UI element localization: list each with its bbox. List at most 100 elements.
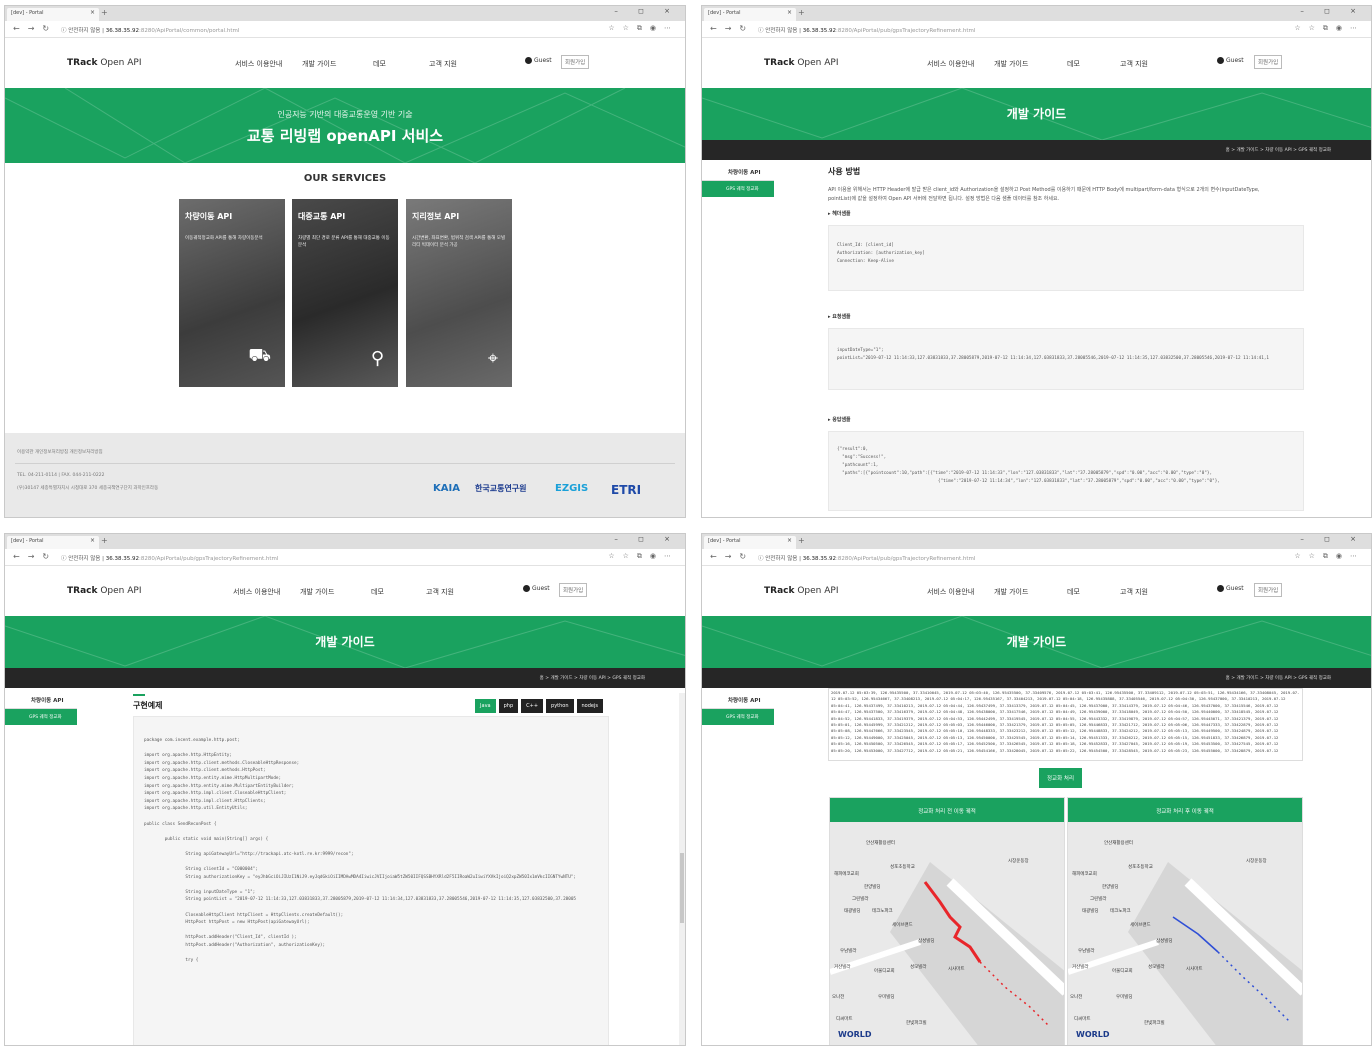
side-menu-gps-refine[interactable]: GPS 궤적 정교화	[702, 181, 774, 197]
refine-button[interactable]: 정교화 처리	[1039, 768, 1083, 788]
browser-tab[interactable]: [dev] - Portal ×	[704, 8, 796, 21]
browser-tab[interactable]: [dev] - Portal ×	[704, 536, 796, 549]
site-logo[interactable]: TRack Open API	[764, 58, 838, 68]
menu-demo[interactable]: 데모	[1067, 587, 1080, 597]
url-text[interactable]: ⓘ 안전하지 않음 | 36.38.35.92:8280/ApiPortal/p…	[61, 554, 278, 562]
menu-dev-guide[interactable]: 개발 가이드	[300, 587, 334, 597]
service-card-geo[interactable]: 지리정보 API 시간변환, 좌표변환, 범위적 검색 API를 통해 모빌리티…	[406, 199, 512, 387]
footer-links[interactable]: 이용약관 개인정보처리방침 개인정보처리방침	[17, 449, 103, 455]
menu-demo[interactable]: 데모	[1067, 59, 1080, 69]
new-tab-button[interactable]: +	[798, 536, 805, 545]
site-logo[interactable]: TRack Open API	[764, 586, 838, 596]
menu-support[interactable]: 고객 지원	[426, 587, 454, 597]
map-after-refine[interactable]: 정교화 처리 후 이동 궤적 안산재활용센터 성포초등학교 해피에코교회 한양빌…	[1067, 797, 1303, 1045]
site-logo[interactable]: TRack Open API	[67, 58, 141, 68]
menu-support[interactable]: 고객 지원	[1120, 587, 1148, 597]
window-controls[interactable]: – ◻ ×	[1300, 7, 1365, 15]
join-button[interactable]: 회원가입	[1254, 55, 1283, 69]
window-controls[interactable]: – ◻ ×	[1300, 535, 1365, 543]
user-icon	[525, 57, 532, 64]
guest-user[interactable]: Guest	[523, 585, 550, 592]
service-card-transit[interactable]: 대중교통 API 차량별 최단 경로 분류 API를 통해 대중교통 이동분석 …	[292, 199, 398, 387]
header-sample-label: ▸ 헤더샘플	[828, 211, 851, 217]
response-sample-code[interactable]: {"result":0, "msg":"Success!", "pathcoun…	[828, 431, 1304, 511]
map-label: 디씨마트	[1074, 1017, 1091, 1022]
lang-tab-python[interactable]: python	[546, 699, 574, 713]
address-bar[interactable]: ←→↻ ⓘ 안전하지 않음 | 36.38.35.92:8280/ApiPort…	[702, 21, 1371, 38]
side-menu-gps-refine[interactable]: GPS 궤적 정교화	[702, 709, 774, 725]
url-text[interactable]: ⓘ 안전하지 않음 | 36.38.35.92:8280/ApiPortal/p…	[758, 554, 975, 562]
browser-tab[interactable]: [dev] - Portal ×	[7, 8, 99, 21]
lang-tab-cpp[interactable]: C++	[521, 699, 544, 713]
guest-user[interactable]: Guest	[525, 57, 552, 64]
toolbar-icons[interactable]: ☆☆⧉◉⋯	[1294, 552, 1365, 561]
menu-demo[interactable]: 데모	[371, 587, 384, 597]
service-card-vehicle[interactable]: 차량이동 API 이동궤적정교화 API를 통해 차량이동분석 ⛟	[179, 199, 285, 387]
browser-tab[interactable]: [dev] - Portal ×	[7, 536, 99, 549]
side-menu-gps-refine[interactable]: GPS 궤적 정교화	[5, 709, 77, 725]
window-controls[interactable]: – ◻ ×	[614, 7, 679, 15]
tab-label: [dev] - Portal	[11, 538, 44, 544]
toolbar-icons[interactable]: ☆☆⧉◉⋯	[608, 24, 679, 33]
request-sample-code[interactable]: inputDateType="1"; pointList="2019-07-12…	[828, 328, 1304, 390]
java-code-sample[interactable]: package com.incent.example.http.post; im…	[133, 716, 609, 1045]
new-tab-button[interactable]: +	[798, 8, 805, 17]
menu-dev-guide[interactable]: 개발 가이드	[302, 59, 336, 69]
nav-buttons[interactable]: ←→↻	[13, 24, 57, 33]
map-label: 아울디교회	[1112, 969, 1133, 974]
site-logo[interactable]: TRack Open API	[67, 586, 141, 596]
join-button[interactable]: 회원가입	[559, 583, 588, 597]
guest-user[interactable]: Guest	[1217, 585, 1244, 592]
menu-support[interactable]: 고객 지원	[1120, 59, 1148, 69]
card-title: 차량이동 API	[185, 212, 233, 221]
user-icon	[523, 585, 530, 592]
menu-service-guide[interactable]: 서비스 이용안내	[233, 587, 280, 597]
menu-service-guide[interactable]: 서비스 이용안내	[927, 59, 974, 69]
new-tab-button[interactable]: +	[101, 8, 108, 17]
tab-close-icon[interactable]: ×	[787, 537, 792, 544]
window-controls[interactable]: – ◻ ×	[614, 535, 679, 543]
page-scrollbar[interactable]	[679, 693, 685, 1045]
menu-support[interactable]: 고객 지원	[429, 59, 457, 69]
menu-service-guide[interactable]: 서비스 이용안내	[235, 59, 282, 69]
tab-close-icon[interactable]: ×	[90, 9, 95, 16]
url-text[interactable]: ⓘ 안전하지 않음 | 36.38.35.92:8280/ApiPortal/p…	[758, 26, 975, 34]
map-pin-icon: ⌖	[487, 348, 498, 369]
nav-buttons[interactable]: ←→↻	[710, 24, 754, 33]
menu-dev-guide[interactable]: 개발 가이드	[994, 587, 1028, 597]
address-bar[interactable]: ←→↻ ⓘ 안전하지 않음 | 36.38.35.92:8280/ApiPort…	[702, 549, 1371, 566]
join-button[interactable]: 회원가입	[1254, 583, 1283, 597]
tab-close-icon[interactable]: ×	[787, 9, 792, 16]
nav-buttons[interactable]: ←→↻	[13, 552, 57, 561]
url-text[interactable]: ⓘ 안전하지 않음 | 36.38.35.92:8280/ApiPortal/c…	[61, 26, 239, 34]
join-button[interactable]: 회원가입	[561, 55, 590, 69]
browser-tab-bar: [dev] - Portal × + – ◻ ×	[702, 6, 1371, 21]
map-before-refine[interactable]: 정교화 처리 전 이동 궤적 안산재활용센터 성포초등학교 해피에코교회 한양빌…	[829, 797, 1065, 1045]
partner-logo-kaia: KAIA	[433, 483, 460, 494]
tab-close-icon[interactable]: ×	[90, 537, 95, 544]
side-menu-vehicle-api[interactable]: 차량이동 API	[702, 161, 774, 181]
demo-output-textarea[interactable]: 2019-07-12 05:03:39, 126.95435500, 37.33…	[828, 688, 1303, 761]
nav-buttons[interactable]: ←→↻	[710, 552, 754, 561]
footer-divider	[15, 463, 675, 464]
new-tab-button[interactable]: +	[101, 536, 108, 545]
lang-tab-php[interactable]: php	[498, 699, 519, 713]
lang-tab-java[interactable]: Java	[475, 699, 496, 713]
toolbar-icons[interactable]: ☆☆⧉◉⋯	[608, 552, 679, 561]
address-bar[interactable]: ←→↻ ⓘ 안전하지 않음 | 36.38.35.92:8280/ApiPort…	[5, 21, 685, 38]
menu-demo[interactable]: 데모	[373, 59, 386, 69]
card-desc: 시간변환, 좌표변환, 범위적 검색 API를 통해 모빌리티 빅데이터 분석 …	[412, 236, 506, 248]
map-label: 그린빌라	[1090, 897, 1107, 902]
guest-user[interactable]: Guest	[1217, 57, 1244, 64]
address-bar[interactable]: ←→↻ ⓘ 안전하지 않음 | 36.38.35.92:8280/ApiPort…	[5, 549, 685, 566]
map-label: 태광빌딩	[1082, 909, 1099, 914]
menu-dev-guide[interactable]: 개발 가이드	[994, 59, 1028, 69]
side-menu-vehicle-api[interactable]: 차량이동 API	[702, 689, 774, 709]
not-secure-label: 안전하지 않음	[765, 556, 798, 562]
menu-service-guide[interactable]: 서비스 이용안내	[927, 587, 974, 597]
lang-tab-nodejs[interactable]: nodejs	[576, 699, 603, 713]
url-path: :8280/ApiPortal/pub/gpsTrajectoryRefinem…	[835, 28, 976, 34]
side-menu-vehicle-api[interactable]: 차량이동 API	[5, 689, 77, 709]
browser-window-guide-demo: [dev] - Portal × + – ◻ × ←→↻ ⓘ 안전하지 않음 | …	[701, 533, 1372, 1046]
toolbar-icons[interactable]: ☆☆⧉◉⋯	[1294, 24, 1365, 33]
